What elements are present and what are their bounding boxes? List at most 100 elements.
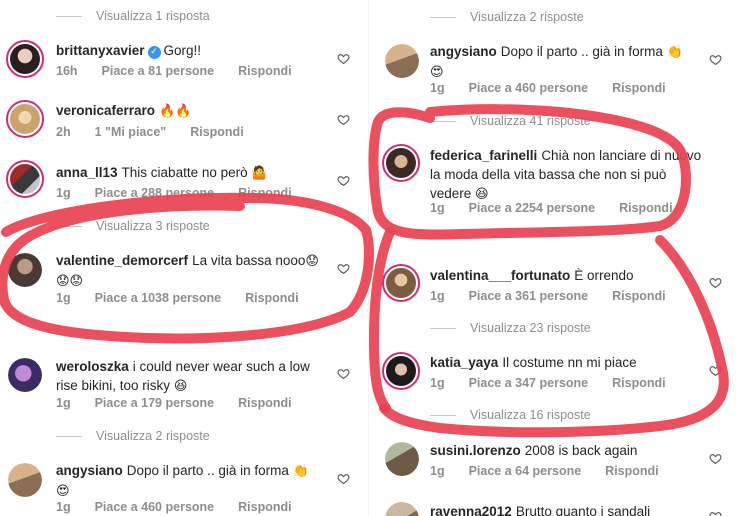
replies-line <box>56 435 82 437</box>
heart-icon[interactable] <box>709 53 722 66</box>
comment-message-line3: vedere <box>430 186 472 201</box>
username[interactable]: ravenna2012 <box>430 504 512 516</box>
username[interactable]: angysiano <box>56 463 123 478</box>
username[interactable]: brittanyxavier <box>56 43 145 58</box>
heart-icon[interactable] <box>709 364 722 377</box>
comment-message: Gorg!! <box>163 43 202 58</box>
avatar[interactable] <box>6 160 44 198</box>
reply-button[interactable]: Rispondi <box>612 81 665 95</box>
replies-line <box>430 414 456 416</box>
avatar[interactable] <box>382 264 420 302</box>
avatar[interactable] <box>385 44 419 78</box>
view-replies-link[interactable]: Visualizza 2 risposte <box>430 10 584 24</box>
view-replies-link[interactable]: Visualizza 2 risposte <box>56 429 210 443</box>
heart-icon[interactable] <box>337 367 350 380</box>
avatar[interactable] <box>8 463 42 497</box>
reply-button[interactable]: Rispondi <box>238 186 291 200</box>
reply-button[interactable]: Rispondi <box>612 289 665 303</box>
avatar[interactable] <box>8 253 42 287</box>
likes-count[interactable]: Piace a 361 persone <box>469 289 589 303</box>
reply-button[interactable]: Rispondi <box>238 64 291 78</box>
likes-count[interactable]: Piace a 347 persone <box>469 376 589 390</box>
reply-button[interactable]: Rispondi <box>190 125 243 139</box>
worried-emoji: 😟 <box>305 254 319 269</box>
username[interactable]: anna_ll13 <box>56 165 118 180</box>
comment-text: brittanyxavier ✓ Gorg!! <box>56 41 336 60</box>
avatar[interactable] <box>382 352 420 390</box>
comment-text: angysiano Dopo il parto .. già in forma 👏… <box>430 42 720 82</box>
comment-message: 2008 is back again <box>524 443 638 458</box>
likes-count[interactable]: Piace a 64 persone <box>469 464 582 478</box>
replies-line <box>430 327 456 329</box>
username[interactable]: valentine_demorcerf <box>56 253 188 268</box>
username[interactable]: susini.lorenzo <box>430 443 521 458</box>
view-replies-label: Visualizza 3 risposte <box>96 219 210 233</box>
clapping-emoji: 👏 <box>292 464 309 479</box>
likes-count[interactable]: Piace a 179 persone <box>95 396 215 410</box>
view-replies-label: Visualizza 23 risposte <box>470 321 591 335</box>
heart-icon[interactable] <box>337 472 350 485</box>
likes-count[interactable]: 1 "Mi piace" <box>95 125 167 139</box>
comment-time: 1g <box>430 201 445 215</box>
heart-icon[interactable] <box>709 452 722 465</box>
comment-meta: 1g Piace a 460 persone Rispondi <box>430 81 690 95</box>
comment-message: Brutto quanto i sandali <box>515 504 651 516</box>
heart-eyes-emoji: 😍 <box>430 65 444 80</box>
avatar[interactable] <box>8 358 42 392</box>
comment-message: This ciabatte no però <box>121 165 248 180</box>
view-replies-link[interactable]: Visualizza 41 risposte <box>430 114 591 128</box>
avatar[interactable] <box>385 442 419 476</box>
avatar[interactable] <box>385 502 419 516</box>
likes-count[interactable]: Piace a 288 persone <box>95 186 215 200</box>
comment-message: Dopo il parto .. già in forma <box>126 463 289 478</box>
comment-time: 1g <box>430 464 445 478</box>
reply-button[interactable]: Rispondi <box>605 464 658 478</box>
comment-time: 1g <box>56 291 71 305</box>
view-replies-label: Visualizza 2 risposte <box>96 429 210 443</box>
view-replies-link[interactable]: Visualizza 23 risposte <box>430 321 591 335</box>
view-replies-link[interactable]: Visualizza 3 risposte <box>56 219 210 233</box>
comment-time: 1g <box>56 500 71 514</box>
reply-button[interactable]: Rispondi <box>238 396 291 410</box>
reply-button[interactable]: Rispondi <box>245 291 298 305</box>
comment-text: veronicaferraro 🔥🔥 <box>56 101 336 121</box>
username[interactable]: valentina___fortunato <box>430 268 570 283</box>
likes-count[interactable]: Piace a 460 persone <box>95 500 215 514</box>
shrug-emoji: 🤷 <box>251 166 268 181</box>
comment-text: federica_farinelli Chià non lanciare di n… <box>430 146 730 204</box>
heart-icon[interactable] <box>337 174 350 187</box>
comment-time: 1g <box>430 81 445 95</box>
likes-count[interactable]: Piace a 1038 persone <box>95 291 221 305</box>
avatar[interactable] <box>6 100 44 138</box>
heart-icon[interactable] <box>709 276 722 289</box>
comment-time: 1g <box>56 186 71 200</box>
username[interactable]: federica_farinelli <box>430 148 537 163</box>
heart-icon[interactable] <box>709 510 722 516</box>
comment-time: 16h <box>56 64 78 78</box>
comment-meta: 1g Piace a 179 persone Rispondi <box>56 396 316 410</box>
view-replies-label: Visualizza 2 risposte <box>470 10 584 24</box>
replies-line <box>430 120 456 122</box>
comment-text: ravenna2012 Brutto quanto i sandali <box>430 502 720 516</box>
reply-button[interactable]: Rispondi <box>619 201 672 215</box>
view-replies-link[interactable]: Visualizza 16 risposte <box>430 408 591 422</box>
heart-icon[interactable] <box>337 113 350 126</box>
comment-time: 1g <box>430 289 445 303</box>
likes-count[interactable]: Piace a 81 persone <box>102 64 215 78</box>
heart-icon[interactable] <box>337 52 350 65</box>
avatar[interactable] <box>6 40 44 78</box>
username[interactable]: angysiano <box>430 44 497 59</box>
reply-button[interactable]: Rispondi <box>612 376 665 390</box>
likes-count[interactable]: Piace a 2254 persone <box>469 201 595 215</box>
username[interactable]: veronicaferraro <box>56 103 155 118</box>
avatar[interactable] <box>382 144 420 182</box>
reply-button[interactable]: Rispondi <box>238 500 291 514</box>
verified-badge-icon: ✓ <box>147 46 161 59</box>
username[interactable]: katia_yaya <box>430 355 498 370</box>
comment-message: Il costume nn mi piace <box>502 355 637 370</box>
comment-message: La vita bassa nooo <box>192 253 306 268</box>
view-replies-link[interactable]: Visualizza 1 risposta <box>56 9 210 23</box>
likes-count[interactable]: Piace a 460 persone <box>469 81 589 95</box>
heart-icon[interactable] <box>337 262 350 275</box>
username[interactable]: weroloszka <box>56 359 129 374</box>
